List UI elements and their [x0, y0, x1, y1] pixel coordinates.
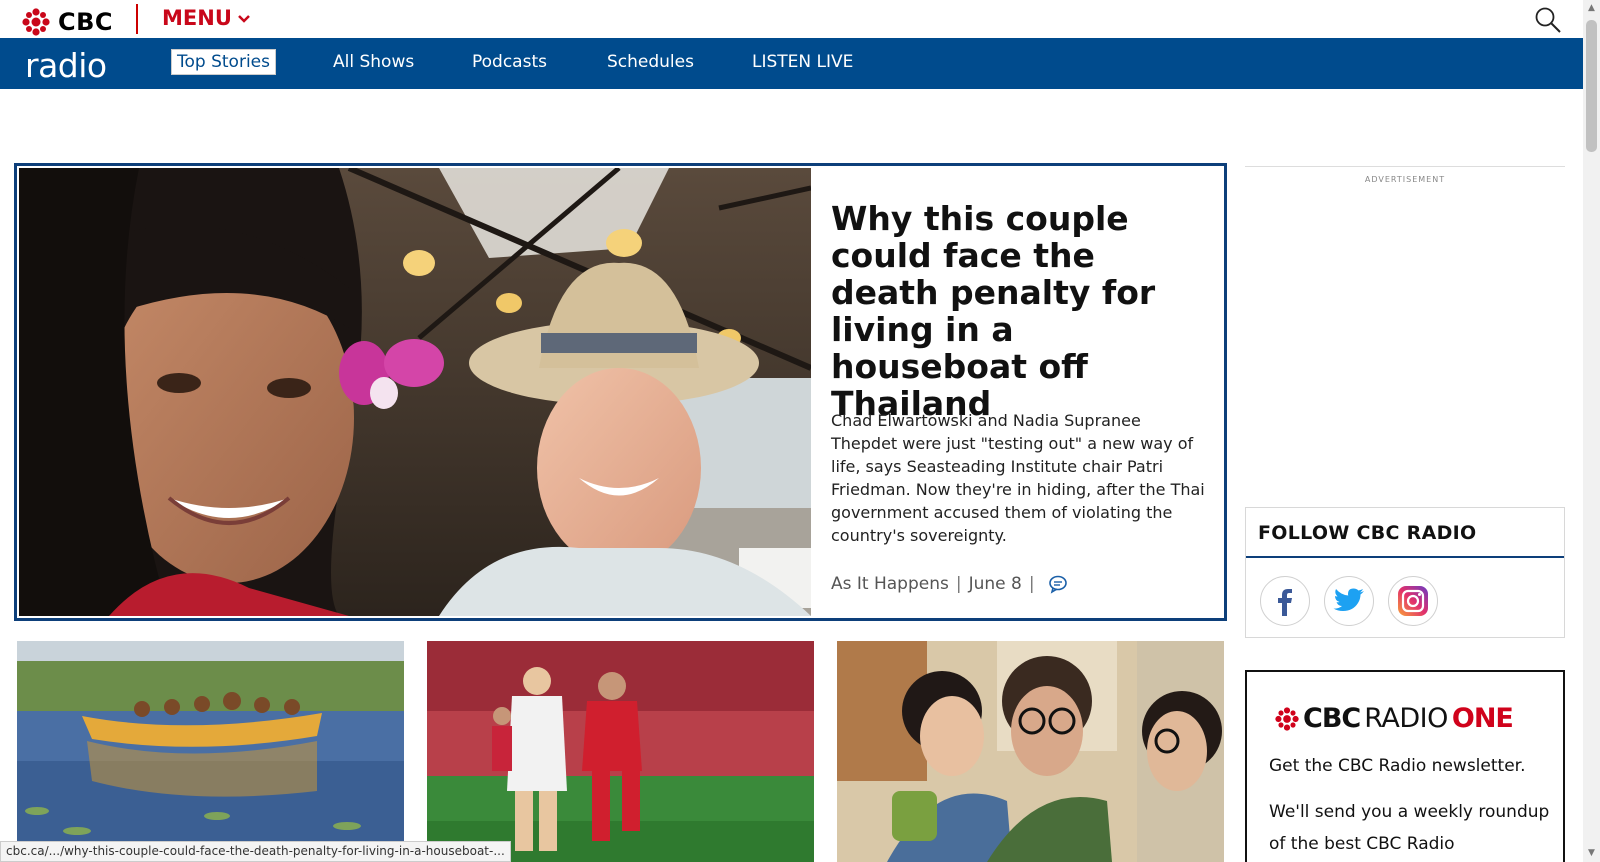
- header-divider: [136, 4, 138, 34]
- newsletter-description: We'll send you a weekly roundup of the b…: [1269, 802, 1550, 854]
- chevron-down-icon: [237, 15, 250, 23]
- tab-schedules[interactable]: Schedules: [607, 52, 694, 72]
- shop-people-image: [837, 641, 1224, 862]
- brand-one: ONE: [1451, 703, 1514, 734]
- instagram-icon: [1398, 586, 1428, 616]
- advertisement-label: ADVERTISEMENT: [1364, 175, 1446, 184]
- story-thumbnail-shop[interactable]: [837, 641, 1224, 862]
- tab-top-stories[interactable]: Top Stories: [171, 49, 276, 75]
- facebook-icon: [1278, 589, 1292, 616]
- brand-cbc: CBC: [1303, 703, 1361, 734]
- tab-listen-live[interactable]: LISTEN LIVE: [752, 52, 853, 72]
- tab-all-shows[interactable]: All Shows: [333, 52, 414, 72]
- comment-icon[interactable]: [1048, 574, 1068, 594]
- page-scrollbar[interactable]: ▲ ▼: [1583, 0, 1600, 862]
- advertisement-slot: ADVERTISEMENT: [1245, 166, 1565, 506]
- hero-meta: As It Happens | June 8 |: [831, 574, 1068, 594]
- instagram-button[interactable]: [1388, 576, 1438, 626]
- cbc-radio-one-logo: CBC RADIO ONE: [1275, 703, 1514, 734]
- hero-summary: Chad Elwartowski and Nadia Supranee Thep…: [831, 411, 1205, 545]
- cbc-gem-icon: [1275, 706, 1299, 731]
- radio-wordmark[interactable]: radio: [25, 46, 107, 85]
- tab-podcasts[interactable]: Podcasts: [472, 52, 547, 72]
- soccer-match-image: [427, 641, 814, 862]
- follow-divider: [1246, 556, 1564, 558]
- story-date: June 8: [968, 574, 1022, 594]
- hero-photo: [19, 168, 811, 616]
- meta-separator: |: [1028, 574, 1035, 594]
- meta-separator: |: [955, 574, 962, 594]
- twitter-button[interactable]: [1324, 576, 1374, 626]
- facebook-button[interactable]: [1260, 576, 1310, 626]
- hero-image[interactable]: [19, 168, 811, 616]
- follow-title: FOLLOW CBC RADIO: [1258, 522, 1477, 544]
- newsletter-heading: Get the CBC Radio newsletter.: [1269, 756, 1526, 776]
- newsletter-signup-box: CBC RADIO ONE Get the CBC Radio newsletter…: [1245, 670, 1565, 862]
- story-thumbnail-canoe[interactable]: [17, 641, 404, 862]
- hero-headline[interactable]: Why this couple could face the death pen…: [831, 200, 1211, 422]
- canoe-painting-image: [17, 641, 404, 862]
- cbc-logo[interactable]: CBC: [22, 8, 113, 36]
- top-bar: CBC MENU: [0, 0, 1583, 38]
- hero-story-card[interactable]: Why this couple could face the death pen…: [14, 163, 1227, 621]
- cbc-wordmark: CBC: [58, 8, 114, 36]
- search-icon[interactable]: [1534, 6, 1562, 34]
- brand-radio: RADIO: [1364, 703, 1448, 734]
- status-bar-url: cbc.ca/.../why-this-couple-could-face-th…: [0, 841, 511, 862]
- menu-label: MENU: [162, 6, 232, 30]
- twitter-icon: [1333, 588, 1364, 611]
- show-link[interactable]: As It Happens: [831, 574, 949, 594]
- scrollbar-thumb[interactable]: [1586, 20, 1597, 152]
- story-thumbnail-soccer[interactable]: [427, 641, 814, 862]
- follow-cbc-radio-box: FOLLOW CBC RADIO: [1245, 507, 1565, 638]
- radio-nav-bar: radio Top Stories All Shows Podcasts Sch…: [0, 38, 1583, 89]
- scroll-down-arrow-icon[interactable]: ▼: [1583, 845, 1600, 862]
- cbc-gem-icon: [22, 8, 50, 36]
- menu-button[interactable]: MENU: [162, 6, 250, 30]
- scroll-up-arrow-icon[interactable]: ▲: [1583, 0, 1600, 17]
